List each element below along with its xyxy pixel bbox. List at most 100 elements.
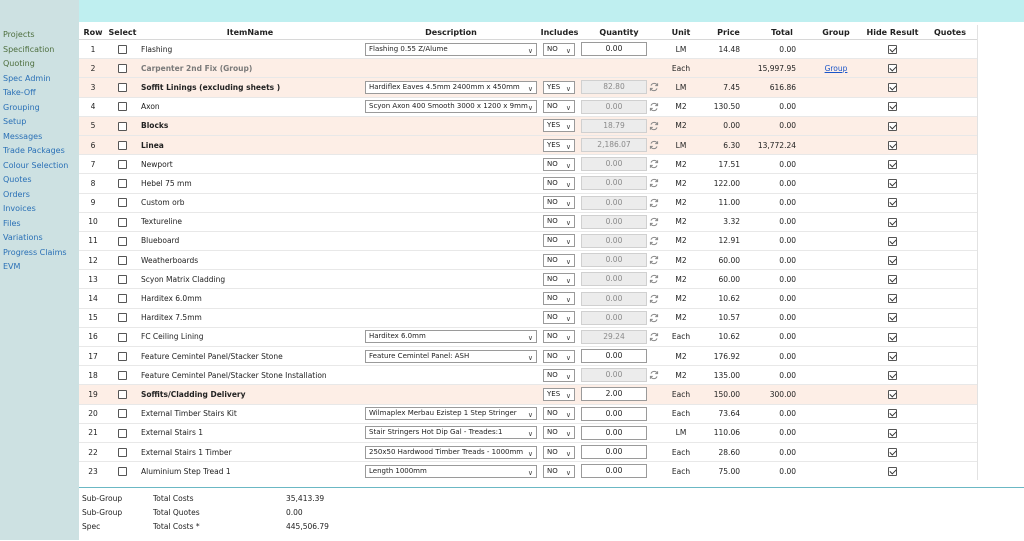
sidebar-item-grouping[interactable]: Grouping xyxy=(0,101,79,116)
includes-dropdown[interactable]: NO ∨ xyxy=(543,445,575,459)
includes-dropdown[interactable]: NO ∨ xyxy=(543,100,575,114)
refresh-icon[interactable] xyxy=(649,294,659,304)
includes-dropdown[interactable]: NO ∨ xyxy=(543,272,575,286)
refresh-icon[interactable] xyxy=(649,121,659,131)
refresh-icon[interactable] xyxy=(649,217,659,227)
header-group[interactable]: Group xyxy=(810,25,862,40)
select-checkbox[interactable] xyxy=(118,409,127,419)
description-dropdown[interactable]: Stair Stringers Hot Dip Gal - Treades:1 ∨ xyxy=(365,426,537,440)
hide-result-checkbox[interactable] xyxy=(888,102,897,112)
header-unit[interactable]: Unit xyxy=(659,25,703,40)
refresh-icon[interactable] xyxy=(649,370,659,380)
includes-dropdown[interactable]: NO ∨ xyxy=(543,349,575,363)
quantity-input[interactable]: 0.00 xyxy=(581,349,647,364)
select-checkbox[interactable] xyxy=(118,44,127,54)
select-checkbox[interactable] xyxy=(118,390,127,400)
select-checkbox[interactable] xyxy=(118,217,127,227)
select-checkbox[interactable] xyxy=(118,371,127,381)
includes-dropdown[interactable]: YES ∨ xyxy=(543,138,575,152)
select-checkbox[interactable] xyxy=(118,64,127,74)
hide-result-checkbox[interactable] xyxy=(888,140,897,150)
description-dropdown[interactable]: Length 1000mm ∨ xyxy=(365,464,537,478)
hide-result-checkbox[interactable] xyxy=(888,332,897,342)
sidebar-item-colour-selection[interactable]: Colour Selection xyxy=(0,159,79,174)
select-checkbox[interactable] xyxy=(118,198,127,208)
hide-result-checkbox[interactable] xyxy=(888,44,897,54)
sidebar-item-orders[interactable]: Orders xyxy=(0,188,79,203)
hide-result-checkbox[interactable] xyxy=(888,236,897,246)
includes-dropdown[interactable]: NO ∨ xyxy=(543,426,575,440)
hide-result-checkbox[interactable] xyxy=(888,390,897,400)
sidebar-item-spec-admin[interactable]: Spec Admin xyxy=(0,72,79,87)
hide-result-checkbox[interactable] xyxy=(888,217,897,227)
select-checkbox[interactable] xyxy=(118,313,127,323)
quantity-input[interactable]: 0.00 xyxy=(581,406,647,421)
sidebar-item-quotes[interactable]: Quotes xyxy=(0,173,79,188)
includes-dropdown[interactable]: YES ∨ xyxy=(543,387,575,401)
select-checkbox[interactable] xyxy=(118,179,127,189)
sidebar-item-trade-packages[interactable]: Trade Packages xyxy=(0,144,79,159)
select-checkbox[interactable] xyxy=(118,83,127,93)
sidebar-item-quoting[interactable]: Quoting xyxy=(0,57,79,72)
header-price[interactable]: Price xyxy=(703,25,754,40)
includes-dropdown[interactable]: NO ∨ xyxy=(543,176,575,190)
hide-result-checkbox[interactable] xyxy=(888,409,897,419)
sidebar-item-evm[interactable]: EVM xyxy=(0,260,79,275)
hide-result-checkbox[interactable] xyxy=(888,428,897,438)
refresh-icon[interactable] xyxy=(649,198,659,208)
includes-dropdown[interactable]: NO ∨ xyxy=(543,330,575,344)
sidebar-item-invoices[interactable]: Invoices xyxy=(0,202,79,217)
hide-result-checkbox[interactable] xyxy=(888,179,897,189)
refresh-icon[interactable] xyxy=(649,274,659,284)
select-checkbox[interactable] xyxy=(118,332,127,342)
description-dropdown[interactable]: Scyon Axon 400 Smooth 3000 x 1200 x 9mm ∨ xyxy=(365,100,537,114)
header-item-name[interactable]: ItemName xyxy=(138,25,362,40)
includes-dropdown[interactable]: NO ∨ xyxy=(543,292,575,306)
sidebar-item-progress-claims[interactable]: Progress Claims xyxy=(0,246,79,261)
select-checkbox[interactable] xyxy=(118,255,127,265)
refresh-icon[interactable] xyxy=(649,140,659,150)
select-checkbox[interactable] xyxy=(118,428,127,438)
quantity-input[interactable]: 0.00 xyxy=(581,464,647,479)
hide-result-checkbox[interactable] xyxy=(888,371,897,381)
refresh-icon[interactable] xyxy=(649,332,659,342)
select-checkbox[interactable] xyxy=(118,466,127,476)
refresh-icon[interactable] xyxy=(649,255,659,265)
includes-dropdown[interactable]: NO ∨ xyxy=(543,42,575,56)
header-select[interactable]: Select xyxy=(107,25,138,40)
select-checkbox[interactable] xyxy=(118,351,127,361)
sidebar-item-setup[interactable]: Setup xyxy=(0,115,79,130)
hide-result-checkbox[interactable] xyxy=(888,198,897,208)
includes-dropdown[interactable]: NO ∨ xyxy=(543,157,575,171)
quantity-input[interactable]: 0.00 xyxy=(581,42,647,57)
hide-result-checkbox[interactable] xyxy=(888,351,897,361)
includes-dropdown[interactable]: NO ∨ xyxy=(543,464,575,478)
header-quotes[interactable]: Quotes xyxy=(923,25,977,40)
includes-dropdown[interactable]: NO ∨ xyxy=(543,407,575,421)
includes-dropdown[interactable]: NO ∨ xyxy=(543,196,575,210)
description-dropdown[interactable]: Flashing 0.55 Z/Alume ∨ xyxy=(365,42,537,56)
header-row[interactable]: Row xyxy=(79,25,107,40)
hide-result-checkbox[interactable] xyxy=(888,255,897,265)
select-checkbox[interactable] xyxy=(118,121,127,131)
select-checkbox[interactable] xyxy=(118,275,127,285)
description-dropdown[interactable]: 250x50 Hardwood Timber Treads - 1000mm ∨ xyxy=(365,445,537,459)
header-includes[interactable]: Includes xyxy=(540,25,579,40)
sidebar-item-variations[interactable]: Variations xyxy=(0,231,79,246)
quantity-input[interactable]: 2.00 xyxy=(581,387,647,402)
group-link[interactable]: Group xyxy=(825,64,848,73)
refresh-icon[interactable] xyxy=(649,236,659,246)
includes-dropdown[interactable]: YES ∨ xyxy=(543,80,575,94)
sidebar-item-projects[interactable]: Projects xyxy=(0,28,79,43)
hide-result-checkbox[interactable] xyxy=(888,275,897,285)
hide-result-checkbox[interactable] xyxy=(888,159,897,169)
sidebar-item-specification[interactable]: Specification xyxy=(0,43,79,58)
hide-result-checkbox[interactable] xyxy=(888,447,897,457)
sidebar-item-files[interactable]: Files xyxy=(0,217,79,232)
hide-result-checkbox[interactable] xyxy=(888,313,897,323)
hide-result-checkbox[interactable] xyxy=(888,83,897,93)
refresh-icon[interactable] xyxy=(649,178,659,188)
quantity-input[interactable]: 0.00 xyxy=(581,425,647,440)
quantity-input[interactable]: 0.00 xyxy=(581,445,647,460)
description-dropdown[interactable]: Wilmaplex Merbau Ezistep 1 Step Stringer… xyxy=(365,407,537,421)
